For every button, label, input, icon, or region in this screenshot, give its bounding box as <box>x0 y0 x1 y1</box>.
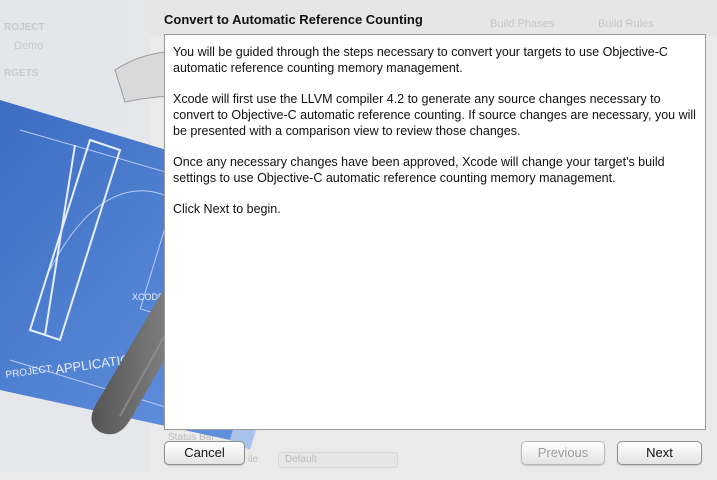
message-paragraph: Xcode will first use the LLVM compiler 4… <box>173 92 696 138</box>
message-paragraph: Click Next to begin. <box>173 202 281 216</box>
sidebar-section-project: ROJECT <box>4 22 45 33</box>
message-panel: You will be guided through the steps nec… <box>164 34 706 430</box>
tab-build-rules: Build Rules <box>598 18 654 30</box>
message-paragraph: Once any necessary changes have been app… <box>173 155 665 185</box>
tab-build-phases: Build Phases <box>490 18 555 30</box>
dialog-title: Convert to Automatic Reference Counting <box>164 12 423 27</box>
next-button[interactable]: Next <box>617 441 702 465</box>
previous-button[interactable]: Previous <box>521 441 605 465</box>
cancel-button[interactable]: Cancel <box>164 441 245 465</box>
message-paragraph: You will be guided through the steps nec… <box>173 45 668 75</box>
